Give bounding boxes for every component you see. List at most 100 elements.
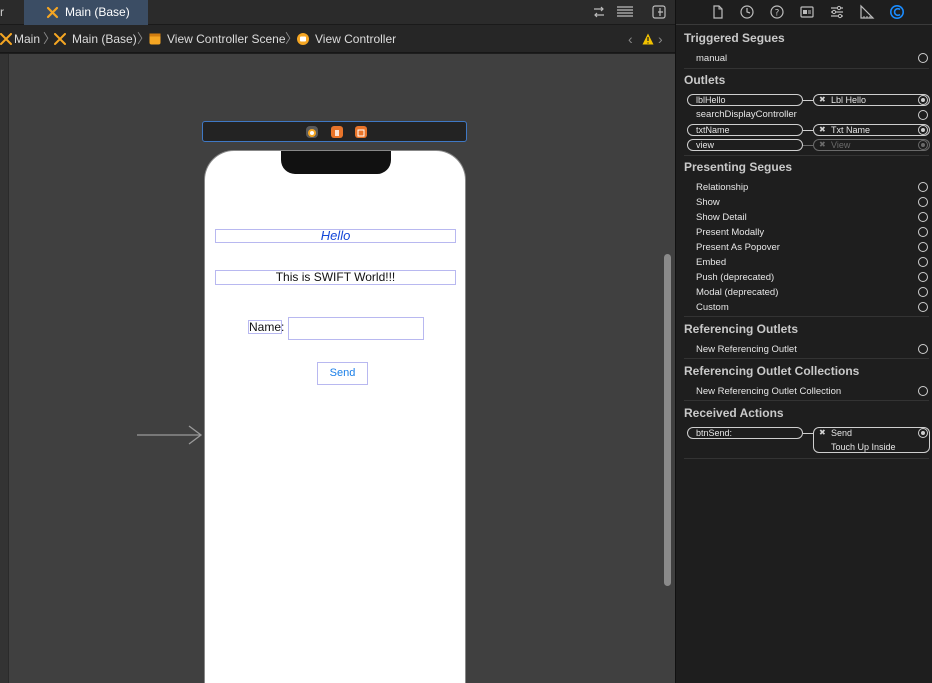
entry-point-arrow-icon[interactable] <box>135 420 205 450</box>
history-inspector-icon[interactable] <box>739 4 755 20</box>
storyboard-icon <box>46 6 59 19</box>
new-referencing-outlet-connector-icon[interactable] <box>918 344 928 354</box>
section-divider <box>684 316 929 317</box>
size-inspector-icon[interactable] <box>859 4 875 20</box>
outlet-txtname-target[interactable]: ✖ Txt Name <box>813 124 930 136</box>
presenting-segues-title: Presenting Segues <box>684 160 793 174</box>
breadcrumb-main[interactable]: Main <box>14 25 40 53</box>
chevron-left-icon[interactable]: ‹ <box>628 25 633 53</box>
new-referencing-outlet-collection-label: New Referencing Outlet Collection <box>696 386 842 397</box>
inspector-tabs: ? <box>676 0 932 25</box>
segue-relationship-label: Relationship <box>696 182 749 193</box>
segue-show-connector-icon[interactable] <box>918 197 928 207</box>
outlet-lblhello-target[interactable]: ✖ Lbl Hello <box>813 94 930 106</box>
segue-manual-connector-icon[interactable] <box>918 53 928 63</box>
tab-previous[interactable]: r <box>0 0 24 25</box>
segue-push-connector-icon[interactable] <box>918 272 928 282</box>
action-link-line <box>803 433 813 434</box>
segue-present-as-popover-label: Present As Popover <box>696 242 780 253</box>
tab-bar: r Main (Base) <box>0 0 675 25</box>
jump-bar: Main 〉 Main (Base) 〉 View Controller Sce… <box>0 25 675 53</box>
canvas-vertical-scrollbar[interactable] <box>664 254 671 586</box>
outlet-searchdisplaycontroller-connector-icon[interactable] <box>918 110 928 120</box>
segue-custom-connector-icon[interactable] <box>918 302 928 312</box>
outlet-lblhello-pill[interactable]: lblHello <box>687 94 803 106</box>
segue-present-modally-label: Present Modally <box>696 227 765 238</box>
storyboard-canvas[interactable]: Hello This is SWIFT World!!! Name: Send <box>0 54 675 683</box>
hello-label[interactable]: Hello <box>215 229 456 243</box>
storyboard-icon <box>54 33 66 45</box>
warning-icon[interactable] <box>642 33 654 45</box>
name-text-field[interactable] <box>288 317 424 340</box>
segue-present-modally-connector-icon[interactable] <box>918 227 928 237</box>
triggered-segues-title: Triggered Segues <box>684 31 785 45</box>
scene-dock[interactable] <box>202 121 467 142</box>
attributes-inspector-icon[interactable] <box>829 4 845 20</box>
file-inspector-icon[interactable] <box>710 4 726 20</box>
segue-modal-connector-icon[interactable] <box>918 287 928 297</box>
segue-manual-label: manual <box>696 53 728 64</box>
breadcrumb-view-controller-scene[interactable]: View Controller Scene <box>167 25 286 53</box>
add-editor-icon[interactable] <box>651 4 667 20</box>
action-send-event-label: Touch Up Inside <box>831 442 896 452</box>
outlets-title: Outlets <box>684 73 726 87</box>
outlet-searchdisplaycontroller-label: searchDisplayController <box>696 109 797 120</box>
connections-inspector: ? Triggered Segues manual Outlets lblHel… <box>675 0 932 683</box>
outlet-view-connector-icon[interactable] <box>918 140 928 150</box>
outlet-txtname-pill[interactable]: txtName <box>687 124 803 136</box>
outlet-view-target-label: View <box>831 140 851 150</box>
segue-show-detail-connector-icon[interactable] <box>918 212 928 222</box>
action-send-target[interactable]: ✖ Send Touch Up Inside <box>813 427 930 453</box>
section-divider <box>684 155 929 156</box>
tab-main-base-label: Main (Base) <box>65 5 130 19</box>
breadcrumb-main-base[interactable]: Main (Base) <box>72 25 137 53</box>
action-btnsend-pill[interactable]: btnSend: <box>687 427 803 439</box>
section-divider <box>684 458 929 459</box>
section-divider <box>684 358 929 359</box>
tab-main-base[interactable]: Main (Base) <box>24 0 148 25</box>
segue-embed-connector-icon[interactable] <box>918 257 928 267</box>
segue-push-label: Push (deprecated) <box>696 272 775 283</box>
chevron-right-icon[interactable]: › <box>658 25 663 53</box>
outlet-txtname-target-label: Txt Name <box>831 125 871 135</box>
world-label[interactable]: This is SWIFT World!!! <box>215 270 456 285</box>
remove-connection-icon[interactable]: ✖ <box>819 428 826 438</box>
breadcrumb-view-controller[interactable]: View Controller <box>315 25 396 53</box>
editor-options-icon[interactable] <box>616 4 633 20</box>
outlet-link-line <box>803 130 813 131</box>
action-send-target-label: Send <box>831 428 853 438</box>
outlet-view-pill[interactable]: view <box>687 139 803 151</box>
received-actions-title: Received Actions <box>684 406 784 420</box>
tab-previous-label: r <box>0 5 4 19</box>
outlet-link-line <box>803 100 813 101</box>
connections-inspector-icon[interactable] <box>889 4 905 20</box>
help-inspector-icon[interactable]: ? <box>769 4 785 20</box>
view-controller-icon <box>297 33 309 45</box>
name-label[interactable]: Name: <box>248 320 284 334</box>
segue-embed-label: Embed <box>696 257 727 268</box>
identity-inspector-icon[interactable] <box>799 4 815 20</box>
outlet-lblhello-connector-icon[interactable] <box>918 95 928 105</box>
remove-connection-icon[interactable]: ✖ <box>819 95 826 105</box>
document-outline-edge <box>0 54 9 683</box>
svg-text:?: ? <box>775 9 780 19</box>
swap-arrows-icon[interactable] <box>591 4 607 20</box>
action-btnsend-connector-icon[interactable] <box>918 428 928 438</box>
remove-connection-icon[interactable]: ✖ <box>819 125 826 135</box>
segue-relationship-connector-icon[interactable] <box>918 182 928 192</box>
xcode-window: r Main (Base) Main 〉 Main (Base) 〉 View … <box>0 0 932 683</box>
outlet-lblhello-target-label: Lbl Hello <box>831 95 867 105</box>
segue-present-as-popover-connector-icon[interactable] <box>918 242 928 252</box>
outlet-txtname-connector-icon[interactable] <box>918 125 928 135</box>
view-controller-icon[interactable] <box>306 126 318 138</box>
new-referencing-outlet-collection-connector-icon[interactable] <box>918 386 928 396</box>
remove-connection-icon[interactable]: ✖ <box>819 140 826 150</box>
storyboard-icon <box>0 33 12 45</box>
exit-icon[interactable] <box>355 126 367 138</box>
outlet-link-line <box>803 145 813 146</box>
outlet-view-target[interactable]: ✖ View <box>813 139 930 151</box>
section-divider <box>684 400 929 401</box>
first-responder-icon[interactable] <box>331 126 343 138</box>
iphone-canvas-view[interactable]: Hello This is SWIFT World!!! Name: Send <box>204 150 466 683</box>
send-button[interactable]: Send <box>317 362 368 385</box>
